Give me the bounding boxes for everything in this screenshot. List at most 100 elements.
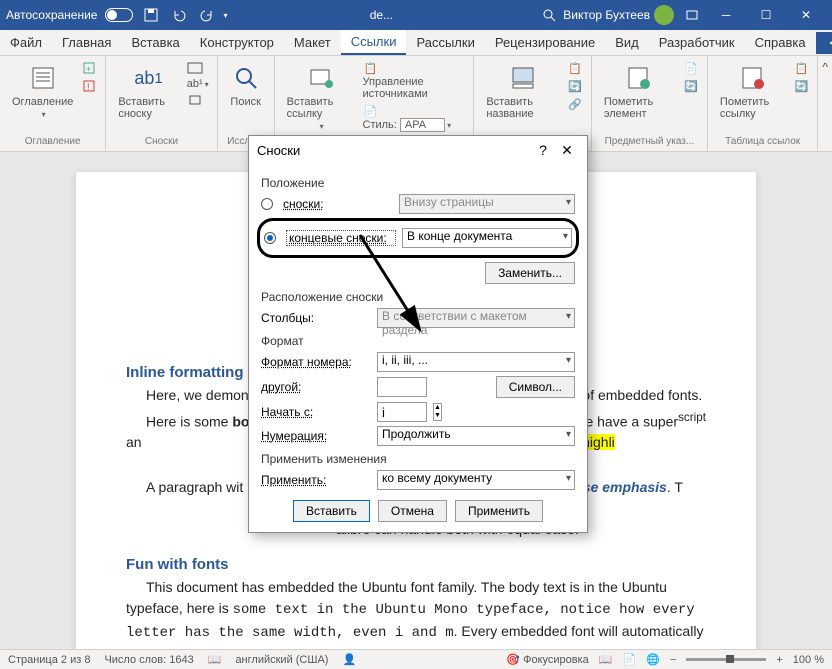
minimize-button[interactable]: ─ [706,0,746,30]
view-web-icon[interactable]: 🌐 [646,653,660,666]
heading-fonts: Fun with fonts [126,554,706,577]
cancel-button[interactable]: Отмена [378,500,447,522]
tab-design[interactable]: Конструктор [190,31,284,54]
index-icon [623,62,655,94]
accessibility-icon[interactable]: 👤 [342,653,356,666]
dialog-close-button[interactable]: ✕ [555,138,579,162]
titlebar: Автосохранение ▾ de... Виктор Бухтеев ─ … [0,0,832,30]
symbol-button[interactable]: Символ... [496,376,575,398]
focus-mode[interactable]: 🎯 Фокусировка [506,653,588,666]
save-icon[interactable] [141,5,161,25]
tab-view[interactable]: Вид [605,31,649,54]
statusbar: Страница 2 из 8 Число слов: 1643 📖 англи… [0,649,832,669]
tab-insert[interactable]: Вставка [121,31,189,54]
insert-toa-icon[interactable]: 📋 [793,60,809,76]
style-select[interactable]: 📄 Стиль: APA▾ [363,103,452,131]
section-layout: Расположение сноски [261,290,575,304]
section-apply: Применить изменения [261,452,575,466]
ribbon-tabs: Файл Главная Вставка Конструктор Макет С… [0,30,832,56]
search-button[interactable]: Поиск [226,60,266,110]
insert-footnote-button[interactable]: ab1Вставить сноску [114,60,182,122]
apply-button[interactable]: Применить [455,500,543,522]
mark-citation-button[interactable]: Пометить ссылку [716,60,789,122]
update-toa-icon[interactable]: 🔄 [793,78,809,94]
zoom-level[interactable]: 100 % [793,654,824,666]
columns-select[interactable]: В соответствии с макетом раздела [377,308,575,328]
endnote-icon[interactable] [187,60,203,76]
search-icon[interactable] [539,5,559,25]
maximize-button[interactable]: ☐ [746,0,786,30]
insert-caption-button[interactable]: Вставить название [482,60,563,122]
redo-icon[interactable] [197,5,217,25]
zoom-in[interactable]: + [776,654,782,666]
group-index: Пометить элемент 📄 🔄 Предметный указ... [592,56,708,151]
tab-home[interactable]: Главная [52,31,121,54]
endnotes-location-select[interactable]: В конце документа [402,228,572,248]
dialog-help-button[interactable]: ? [531,138,555,162]
style-icon: 📄 [363,103,379,119]
update-index-icon[interactable]: 🔄 [683,78,699,94]
fig-list-icon[interactable]: 📋 [567,60,583,76]
number-format-select[interactable]: i, ii, iii, ... [377,352,575,372]
mark-entry-button[interactable]: Пометить элемент [600,60,679,122]
insert-index-icon[interactable]: 📄 [683,60,699,76]
group-toa: Пометить ссылку 📋 🔄 Таблица ссылок [708,56,818,151]
footnotes-location-select[interactable]: Внизу страницы [399,194,575,214]
start-at-input[interactable] [377,402,427,422]
page-indicator[interactable]: Страница 2 из 8 [8,654,90,666]
caption-icon [507,62,539,94]
filename: de... [228,8,536,22]
dialog-title: Сноски [257,143,300,158]
user-avatar[interactable] [654,5,674,25]
section-position: Положение [261,176,575,190]
next-footnote[interactable]: ab¹▾ [187,78,209,90]
show-notes-icon[interactable] [187,92,203,108]
apply-scope-select[interactable]: ко всему документу [377,470,575,490]
tab-developer[interactable]: Разработчик [649,31,745,54]
zoom-out[interactable]: − [670,654,676,666]
numbering-select[interactable]: Продолжить [377,426,575,446]
language-indicator[interactable]: английский (США) [235,654,328,666]
search-big-icon [230,62,262,94]
tab-help[interactable]: Справка [745,31,816,54]
tab-file[interactable]: Файл [0,31,52,54]
footnote-icon: ab1 [133,62,165,94]
update-toc-icon[interactable]: ! [81,78,97,94]
custom-mark-input[interactable] [377,377,427,397]
update-fig-icon[interactable]: 🔄 [567,78,583,94]
view-read-icon[interactable]: 📖 [599,653,613,666]
radio-endnotes[interactable] [264,232,276,244]
window-options-icon[interactable] [682,5,702,25]
citation-icon [305,62,337,94]
user-name[interactable]: Виктор Бухтеев [563,8,650,22]
para4: This document has embedded the Ubuntu fo… [126,577,706,649]
convert-button[interactable]: Заменить... [485,262,575,284]
group-footnotes: ab1Вставить сноску ab¹▾ Сноски [106,56,217,151]
toc-button[interactable]: Оглавление▾ [8,60,77,121]
zoom-slider[interactable] [686,658,766,661]
spinner[interactable]: ▲▼ [433,403,442,421]
manage-sources[interactable]: 📋 Управление источниками [363,60,466,100]
add-text-icon[interactable]: + [81,60,97,76]
share-button[interactable]: Поделиться [816,32,832,54]
close-button[interactable]: ✕ [786,0,826,30]
autosave-toggle[interactable]: Автосохранение [6,8,137,22]
svg-text:+: + [86,64,91,74]
spellcheck-icon[interactable]: 📖 [208,653,222,666]
footnotes-dialog: Сноски ? ✕ Положение сноски: Внизу стран… [248,135,588,533]
toggle-icon [105,8,133,22]
tab-review[interactable]: Рецензирование [485,31,605,54]
radio-footnotes[interactable] [261,198,273,210]
tab-layout[interactable]: Макет [284,31,341,54]
row-footnotes: сноски: Внизу страницы [261,194,575,214]
view-print-icon[interactable]: 📄 [623,653,637,666]
dialog-titlebar: Сноски ? ✕ [249,136,587,164]
tab-mailings[interactable]: Рассылки [406,31,484,54]
svg-text:!: ! [87,82,90,92]
word-count[interactable]: Число слов: 1643 [104,654,193,666]
tab-references[interactable]: Ссылки [341,30,407,55]
crossref-icon[interactable]: 🔗 [567,96,583,112]
undo-icon[interactable] [169,5,189,25]
insert-button[interactable]: Вставить [293,500,370,522]
collapse-ribbon-icon[interactable]: ^ [818,56,832,151]
